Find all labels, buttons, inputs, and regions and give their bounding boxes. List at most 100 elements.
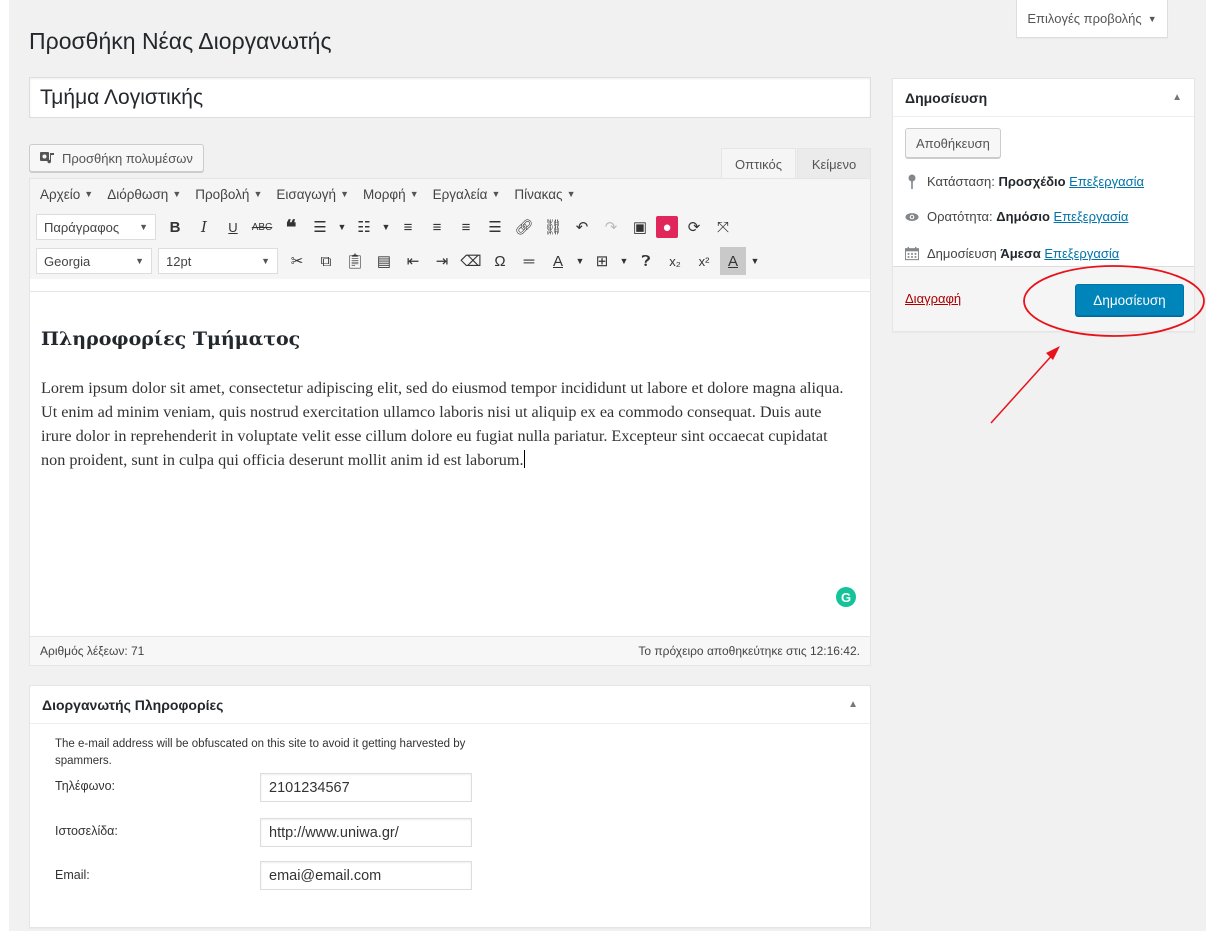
bold-icon[interactable]: B (162, 213, 188, 241)
subscript-icon[interactable]: x₂ (662, 247, 688, 275)
phone-input[interactable]: 2101234567 (260, 773, 472, 802)
caret-down-icon[interactable]: ▼ (618, 247, 630, 275)
table-icon[interactable]: ⊞ (589, 247, 615, 275)
menu-insert-label: Εισαγωγή (276, 186, 337, 202)
size-select[interactable]: 12pt ▼ (158, 248, 278, 274)
collapse-arrow-icon[interactable]: ▲ (1172, 92, 1182, 103)
menu-tools[interactable]: Εργαλεία ▼ (433, 187, 501, 202)
caret-down-icon[interactable]: ▼ (749, 247, 761, 275)
caret-down-icon[interactable]: ▼ (380, 213, 392, 241)
post-title-input[interactable]: Τμήμα Λογιστικής (29, 77, 871, 118)
caret-down-icon: ▼ (1147, 13, 1157, 24)
font-select[interactable]: Georgia ▼ (36, 248, 152, 274)
size-select-value: 12pt (166, 253, 192, 269)
draft-saved-status: Το πρόχειρο αποθηκεύτηκε στις 12:16:42. (638, 644, 860, 658)
publish-footer: Διαγραφή Δημοσίευση (893, 266, 1194, 331)
undo-icon[interactable]: ↶ (569, 213, 595, 241)
visibility-value: Δημόσιο (996, 209, 1050, 224)
image-icon[interactable]: ▣ (627, 213, 653, 241)
caret-down-icon: ▼ (340, 189, 349, 199)
text-cursor (523, 450, 525, 468)
editor-menubar: Αρχείο ▼ Διόρθωση ▼ Προβολή ▼ Εισαγωγή ▼ Μορ… (30, 179, 870, 209)
align-right-icon[interactable]: ≡ (453, 213, 479, 241)
align-center-icon[interactable]: ≡ (424, 213, 450, 241)
content-paragraph: Lorem ipsum dolor sit amet, consectetur … (41, 376, 851, 472)
caret-down-icon[interactable]: ▼ (336, 213, 348, 241)
paste-icon[interactable]: 📋︎ (342, 247, 368, 275)
caret-down-icon: ▼ (135, 256, 144, 266)
status-label: Κατάσταση: (927, 174, 995, 189)
publish-box-header[interactable]: Δημοσίευση ▲ (893, 79, 1194, 117)
numbered-list-icon[interactable]: ☷ (351, 213, 377, 241)
schedule-label: Δημοσίευση (927, 246, 997, 261)
eye-icon (905, 212, 919, 222)
grammarly-icon[interactable]: G (836, 587, 856, 607)
menu-view[interactable]: Προβολή ▼ (195, 187, 262, 202)
menu-file[interactable]: Αρχείο ▼ (40, 187, 93, 202)
page-title: Προσθήκη Νέας Διοργανωτής (29, 28, 332, 54)
menu-insert[interactable]: Εισαγωγή ▼ (276, 187, 349, 202)
italic-icon[interactable]: I (191, 213, 217, 241)
unlink-icon[interactable]: ⛓ (540, 213, 566, 241)
pin-icon (905, 174, 919, 189)
paste-text-icon[interactable]: ▤ (371, 247, 397, 275)
collapse-arrow-icon[interactable]: ▲ (848, 699, 858, 710)
align-left-icon[interactable]: ≡ (395, 213, 421, 241)
underline-icon[interactable]: U (220, 213, 246, 241)
menu-view-label: Προβολή (195, 186, 250, 202)
fullscreen-icon[interactable]: ⤧ (710, 213, 736, 241)
align-justify-icon[interactable]: ☰ (482, 213, 508, 241)
menu-table[interactable]: Πίνακας ▼ (514, 187, 575, 202)
screen-options-label: Επιλογές προβολής (1027, 11, 1142, 26)
edit-status-link[interactable]: Επεξεργασία (1069, 174, 1144, 189)
delete-link[interactable]: Διαγραφή (905, 291, 961, 306)
strikethrough-icon[interactable]: ABC (249, 213, 275, 241)
screen-options-button[interactable]: Επιλογές προβολής ▼ (1016, 0, 1168, 38)
tab-text[interactable]: Κείμενο (797, 148, 871, 179)
format-select-value: Παράγραφος (44, 219, 120, 235)
left-edge (0, 0, 9, 931)
content-heading: Πληροφορίες Τμήματος (41, 328, 301, 350)
editor: Αρχείο ▼ Διόρθωση ▼ Προβολή ▼ Εισαγωγή ▼ Μορ… (29, 178, 871, 666)
cut-icon[interactable]: ✂ (284, 247, 310, 275)
website-input[interactable]: http://www.uniwa.gr/ (260, 818, 472, 847)
clear-format-icon[interactable]: ⌫ (458, 247, 484, 275)
save-draft-button[interactable]: Αποθήκευση (905, 128, 1001, 158)
edit-visibility-link[interactable]: Επεξεργασία (1054, 209, 1129, 224)
caret-down-icon[interactable]: ▼ (574, 247, 586, 275)
background-color-icon[interactable]: A (720, 247, 746, 275)
visibility-label: Ορατότητα: (927, 209, 993, 224)
email-input[interactable]: emai@email.com (260, 861, 472, 890)
refresh-icon[interactable]: ⟳ (681, 213, 707, 241)
copy-icon[interactable]: ⧉ (313, 247, 339, 275)
editor-content[interactable]: Πληροφορίες Τμήματος Lorem ipsum dolor s… (30, 291, 870, 636)
omega-icon[interactable]: Ω (487, 247, 513, 275)
help-icon[interactable]: ❓︎ (633, 247, 659, 275)
tab-visual[interactable]: Οπτικός (721, 148, 796, 179)
publish-box-title: Δημοσίευση (905, 89, 988, 106)
organizer-info-box: Διοργανωτής Πληροφορίες ▲ The e-mail add… (29, 685, 871, 928)
menu-edit-label: Διόρθωση (107, 186, 169, 202)
link-icon[interactable]: 🔗︎ (511, 213, 537, 241)
menu-format[interactable]: Μορφή ▼ (363, 187, 419, 202)
annotation-arrow-line (990, 351, 1056, 424)
menu-file-label: Αρχείο (40, 186, 81, 202)
outdent-icon[interactable]: ⇤ (400, 247, 426, 275)
blockquote-icon[interactable]: ❝ (278, 213, 304, 241)
edit-schedule-link[interactable]: Επεξεργασία (1044, 246, 1119, 261)
redo-icon[interactable]: ↷ (598, 213, 624, 241)
status-row: Κατάσταση: Προσχέδιο Επεξεργασία (905, 174, 1144, 189)
content-paragraph-text: Lorem ipsum dolor sit amet, consectetur … (41, 379, 844, 469)
organizer-box-header[interactable]: Διοργανωτής Πληροφορίες ▲ (30, 686, 870, 724)
format-select[interactable]: Παράγραφος ▼ (36, 214, 156, 240)
record-icon[interactable]: ● (656, 216, 678, 238)
text-color-icon[interactable]: A (545, 247, 571, 275)
horizontal-rule-icon[interactable]: ═ (516, 247, 542, 275)
superscript-icon[interactable]: x² (691, 247, 717, 275)
menu-edit[interactable]: Διόρθωση ▼ (107, 187, 181, 202)
indent-icon[interactable]: ⇥ (429, 247, 455, 275)
bullet-list-icon[interactable]: ☰ (307, 213, 333, 241)
publish-button[interactable]: Δημοσίευση (1075, 284, 1184, 316)
add-media-button[interactable]: Προσθήκη πολυμέσων (29, 144, 204, 172)
media-icon (40, 152, 54, 164)
